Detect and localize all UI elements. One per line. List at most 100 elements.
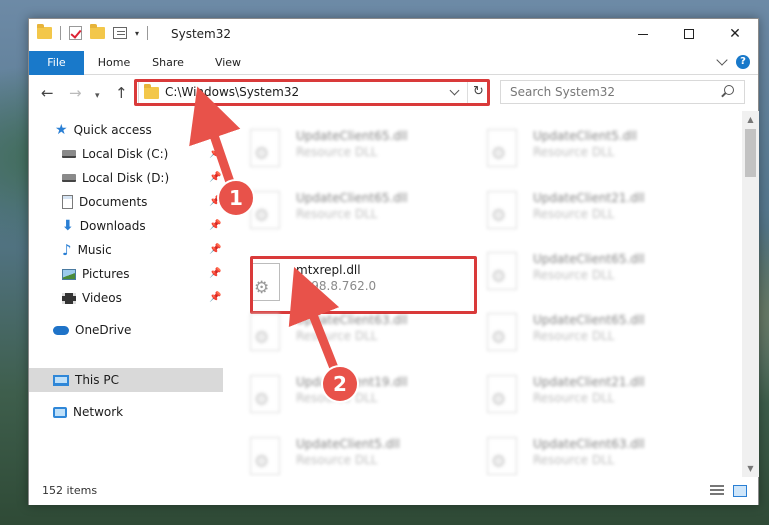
dll-file-icon — [250, 437, 280, 475]
pin-icon: 📌 — [209, 292, 222, 303]
title-bar: ▾ System32 ✕ — [29, 19, 758, 51]
search-input[interactable]: Search System32 — [500, 80, 745, 104]
address-bar[interactable]: C:\Windows\System32 — [138, 80, 489, 104]
dll-file-icon — [250, 313, 280, 351]
address-path[interactable]: C:\Windows\System32 — [165, 85, 299, 99]
sidebar-item-local-disk-d[interactable]: Local Disk (D:) — [62, 167, 169, 189]
music-icon: ♪ — [62, 241, 72, 259]
large-icons-view-icon[interactable] — [733, 485, 747, 497]
search-icon[interactable] — [724, 85, 734, 95]
customize-toolbar-chevron-icon[interactable]: ▾ — [135, 29, 139, 38]
tab-home[interactable]: Home — [91, 51, 137, 75]
sidebar-item-downloads[interactable]: ⬇ Downloads — [62, 215, 146, 237]
file-description: Resource DLL — [533, 329, 615, 343]
file-item[interactable]: UpdateClient63.dll Resource DLL — [461, 431, 691, 477]
file-item[interactable]: UpdateClient19.dll Resource DLL — [224, 369, 454, 421]
forward-arrow-icon[interactable]: → — [69, 85, 82, 101]
sidebar-item-music[interactable]: ♪ Music — [62, 239, 112, 261]
sidebar-item-label: Local Disk (D:) — [82, 171, 170, 185]
sidebar-item-label: Pictures — [82, 267, 130, 281]
file-item[interactable]: UpdateClient21.dll Resource DLL — [461, 185, 691, 237]
sidebar-item-label: Videos — [82, 291, 122, 305]
properties-icon[interactable] — [113, 27, 127, 39]
file-name: UpdateClient19.dll — [296, 375, 408, 389]
document-icon — [62, 195, 73, 209]
sidebar-item-this-pc[interactable]: This PC — [29, 368, 223, 392]
file-list: UpdateClient65.dll Resource DLL UpdateCl… — [224, 111, 742, 477]
sidebar-item-videos[interactable]: Videos — [62, 287, 122, 309]
back-arrow-icon[interactable]: ← — [41, 85, 54, 101]
address-dropdown-chevron-icon[interactable] — [449, 85, 460, 96]
file-item[interactable]: UpdateClient65.dll Resource DLL — [461, 246, 691, 298]
file-explorer-window: ▾ System32 ✕ File Home Share View ? ← → … — [28, 18, 759, 505]
recent-locations-chevron-icon[interactable]: ▾ — [95, 88, 100, 104]
file-name: UpdateClient63.dll — [533, 437, 645, 451]
file-item[interactable]: UpdateClient5.dll Resource DLL — [461, 123, 691, 175]
up-arrow-icon[interactable]: ↑ — [115, 85, 128, 101]
navigation-bar: ← → ▾ ↑ C:\Windows\System32 ↻ Search Sys… — [29, 76, 758, 110]
toolbar-divider — [147, 26, 149, 40]
dll-file-icon — [487, 437, 517, 475]
file-description: Resource DLL — [533, 145, 615, 159]
file-name: UpdateClient5.dll — [296, 437, 400, 451]
details-view-icon[interactable] — [710, 485, 724, 497]
file-item[interactable]: UpdateClient5.dll Resource DLL — [224, 431, 454, 477]
sidebar-item-documents[interactable]: Documents — [62, 191, 147, 213]
dll-file-icon — [250, 375, 280, 413]
help-icon[interactable]: ? — [736, 55, 750, 69]
dll-file-icon — [487, 375, 517, 413]
pin-icon: 📌 — [209, 220, 222, 231]
sidebar-item-label: OneDrive — [75, 323, 132, 337]
tab-share[interactable]: Share — [145, 51, 191, 75]
properties-check-icon[interactable] — [69, 26, 82, 40]
sidebar-item-onedrive[interactable]: OneDrive — [53, 319, 131, 341]
maximize-button[interactable] — [666, 19, 712, 49]
file-item[interactable]: UpdateClient63.dll Resource DLL — [224, 307, 454, 359]
new-folder-icon[interactable] — [90, 24, 105, 39]
minimize-icon — [638, 33, 648, 35]
file-item[interactable]: UpdateClient21.dll Resource DLL — [461, 369, 691, 421]
file-description: Resource DLL — [296, 207, 378, 221]
tab-view[interactable]: View — [205, 51, 251, 75]
dll-file-icon — [487, 191, 517, 229]
sidebar-item-local-disk-c[interactable]: Local Disk (C:) — [62, 143, 168, 165]
sidebar-item-label: Quick access — [73, 123, 152, 137]
tab-file[interactable]: File — [29, 51, 84, 75]
refresh-icon: ↻ — [473, 84, 484, 99]
minimize-button[interactable] — [620, 19, 666, 49]
refresh-button[interactable]: ↻ — [467, 80, 489, 104]
maximize-icon — [684, 29, 694, 39]
quick-access-toolbar: ▾ — [37, 24, 149, 40]
scroll-down-arrow-icon[interactable]: ▼ — [742, 460, 759, 477]
ribbon-right-controls: ? — [716, 54, 750, 69]
file-description: Resource DLL — [296, 391, 378, 405]
star-icon: ★ — [55, 122, 68, 138]
sidebar-item-network[interactable]: Network — [53, 401, 123, 423]
target-file-highlight-box — [250, 256, 477, 314]
file-name: UpdateClient21.dll — [533, 191, 645, 205]
sidebar-item-quick-access[interactable]: ★ Quick access — [55, 119, 152, 141]
file-name: UpdateClient65.dll — [533, 313, 645, 327]
dll-file-icon — [250, 129, 280, 167]
window-title: System32 — [171, 27, 232, 41]
scroll-up-arrow-icon[interactable]: ▲ — [742, 111, 759, 128]
cloud-icon — [53, 325, 69, 335]
file-item[interactable]: UpdateClient65.dll Resource DLL — [224, 123, 454, 175]
pin-icon: 📌 — [209, 244, 222, 255]
file-item[interactable]: UpdateClient65.dll Resource DLL — [461, 307, 691, 359]
expand-ribbon-chevron-icon[interactable] — [716, 54, 728, 66]
scroll-thumb[interactable] — [745, 129, 756, 177]
file-description: Resource DLL — [533, 453, 615, 467]
computer-icon — [53, 374, 69, 386]
file-name: UpdateClient65.dll — [533, 252, 645, 266]
close-button[interactable]: ✕ — [712, 19, 758, 49]
file-description: Resource DLL — [533, 391, 615, 405]
window-controls: ✕ — [620, 19, 758, 49]
file-description: Resource DLL — [296, 453, 378, 467]
sidebar-item-pictures[interactable]: Pictures — [62, 263, 130, 285]
close-icon: ✕ — [729, 26, 741, 42]
vertical-scrollbar[interactable]: ▲ ▼ — [742, 111, 759, 477]
drive-icon — [62, 174, 76, 182]
toolbar-divider — [60, 26, 61, 40]
file-item[interactable]: UpdateClient65.dll Resource DLL — [224, 185, 454, 237]
